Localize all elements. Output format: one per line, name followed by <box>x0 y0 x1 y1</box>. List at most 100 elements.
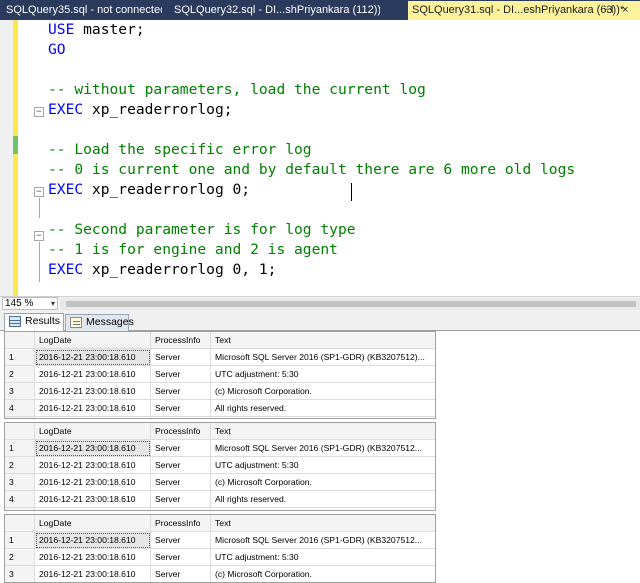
row-number[interactable]: 3 <box>5 383 35 400</box>
table-cell[interactable]: Microsoft SQL Server 2016 (SP1-GDR) (KB3… <box>211 440 435 457</box>
row-number[interactable]: 4 <box>5 491 35 508</box>
code-line: EXEC xp_readerrorlog 0; <box>48 180 250 200</box>
column-header[interactable]: LogDate <box>35 332 151 349</box>
table-row[interactable]: 4 2016-12-21 23:00:18.610 Server All rights… <box>5 491 435 508</box>
table-cell[interactable]: Microsoft SQL Server 2016 (SP1-GDR) (KB3… <box>211 349 435 366</box>
table-row[interactable]: 1 2016-12-21 23:00:18.610 Server Microsoft … <box>5 349 435 366</box>
table-cell[interactable]: Server <box>151 366 211 383</box>
table-row[interactable]: 2 2016-12-21 23:00:18.610 Server UTC adjust… <box>5 366 435 383</box>
result-grid-1[interactable]: LogDate ProcessInfo Text 1 2016-12-21 23:00:… <box>4 331 436 419</box>
tab-label: SQLQuery31.sql - DI...eshPriyankara (63)… <box>412 4 625 16</box>
table-cell[interactable]: Microsoft SQL Server 2016 (SP1-GDR) (KB3… <box>211 532 435 549</box>
table-cell[interactable]: Server process ID is 13564. <box>211 508 435 510</box>
row-number[interactable]: 5 <box>5 508 35 510</box>
table-cell[interactable]: 2016-12-21 23:00:18.610 <box>35 366 151 383</box>
tab-results[interactable]: Results <box>4 313 64 331</box>
table-cell[interactable]: Server process ID is 13564. <box>211 417 435 418</box>
change-marker <box>13 20 18 136</box>
result-grid-3[interactable]: LogDate ProcessInfo Text 1 2016-12-21 23:00:… <box>4 514 436 583</box>
table-cell[interactable]: Server <box>151 349 211 366</box>
column-header[interactable]: Text <box>211 332 435 349</box>
column-header[interactable]: ProcessInfo <box>151 332 211 349</box>
tab-sqlquery32[interactable]: SQLQuery32.sql - DI...shPriyankara (112)… <box>170 2 380 19</box>
table-row[interactable]: 3 2016-12-21 23:00:18.610 Server (c) Micros… <box>5 474 435 491</box>
row-number[interactable]: 1 <box>5 440 35 457</box>
saved-change-marker <box>13 136 18 154</box>
table-cell[interactable]: UTC adjustment: 5:30 <box>211 457 435 474</box>
table-cell[interactable]: Server <box>151 383 211 400</box>
row-number[interactable]: 1 <box>5 349 35 366</box>
column-header[interactable] <box>5 515 35 532</box>
table-row[interactable]: 1 2016-12-21 23:00:18.610 Server Microsoft … <box>5 532 435 549</box>
column-header[interactable] <box>5 332 35 349</box>
table-cell[interactable]: All rights reserved. <box>211 491 435 508</box>
table-cell[interactable]: Server <box>151 440 211 457</box>
table-cell[interactable]: Server <box>151 417 211 418</box>
table-cell[interactable]: 2016-12-21 23:00:18.610 <box>35 532 151 549</box>
tab-messages[interactable]: Messages <box>65 314 134 331</box>
row-number[interactable]: 4 <box>5 400 35 417</box>
horizontal-scrollbar[interactable] <box>60 298 640 310</box>
table-cell[interactable]: 2016-12-21 23:00:18.610 <box>35 566 151 582</box>
table-row[interactable]: 2 2016-12-21 23:00:18.610 Server UTC adjust… <box>5 549 435 566</box>
close-tab-icon[interactable]: × <box>622 1 628 20</box>
table-cell[interactable]: Server <box>151 508 211 510</box>
zoom-select[interactable]: 145 % ▾ <box>2 297 58 310</box>
pin-tab-icon[interactable]: ⊣ <box>604 1 614 20</box>
table-cell[interactable]: (c) Microsoft Corporation. <box>211 566 435 582</box>
table-row[interactable]: 4 2016-12-21 23:00:18.610 Server All rights… <box>5 400 435 417</box>
table-cell[interactable]: 2016-12-21 23:00:18.610 <box>35 491 151 508</box>
row-number[interactable]: 3 <box>5 474 35 491</box>
table-cell[interactable]: UTC adjustment: 5:30 <box>211 366 435 383</box>
table-cell[interactable]: 2016-12-21 23:00:18.610 <box>35 440 151 457</box>
column-header[interactable] <box>5 423 35 440</box>
table-row[interactable]: 3 2016-12-21 23:00:18.610 Server (c) Micros… <box>5 566 435 582</box>
table-cell[interactable]: 2016-12-21 23:00:18.610 <box>35 400 151 417</box>
result-grid-2[interactable]: LogDate ProcessInfo Text 1 2016-12-21 23:00:… <box>4 422 436 511</box>
code-line: -- Load the specific error log <box>48 140 312 160</box>
row-number[interactable]: 1 <box>5 532 35 549</box>
table-cell[interactable]: (c) Microsoft Corporation. <box>211 474 435 491</box>
table-cell[interactable]: 2016-12-21 23:00:18.610 <box>35 457 151 474</box>
fold-toggle-icon[interactable]: − <box>34 231 44 241</box>
table-cell[interactable]: 2016-12-21 23:00:18.610 <box>35 474 151 491</box>
table-cell[interactable]: 2016-12-21 23:00:18.610 <box>35 417 151 418</box>
table-cell[interactable]: Server <box>151 566 211 582</box>
column-header[interactable]: LogDate <box>35 423 151 440</box>
table-row[interactable]: 52016-12-21 23:00:18.610ServerServer pro… <box>5 417 435 418</box>
table-row[interactable]: 3 2016-12-21 23:00:18.610 Server (c) Micros… <box>5 383 435 400</box>
fold-toggle-icon[interactable]: − <box>34 107 44 117</box>
sql-text: xp_readerrorlog 0; <box>83 181 251 198</box>
table-cell[interactable]: Server <box>151 474 211 491</box>
table-row[interactable]: 1 2016-12-21 23:00:18.610 Server Microsoft … <box>5 440 435 457</box>
row-number[interactable]: 5 <box>5 417 35 418</box>
table-cell[interactable]: (c) Microsoft Corporation. <box>211 383 435 400</box>
table-cell[interactable]: Server <box>151 532 211 549</box>
table-cell[interactable]: 2016-12-21 23:00:18.610 <box>35 349 151 366</box>
table-row[interactable]: 2 2016-12-21 23:00:18.610 Server UTC adjust… <box>5 457 435 474</box>
table-cell[interactable]: 2016-12-21 23:00:18.610 <box>35 549 151 566</box>
table-row[interactable]: 52016-12-21 23:00:18.610ServerServer pro… <box>5 508 435 510</box>
row-number[interactable]: 2 <box>5 366 35 383</box>
column-header[interactable]: ProcessInfo <box>151 423 211 440</box>
table-cell[interactable]: 2016-12-21 23:00:18.610 <box>35 508 151 510</box>
tab-sqlquery35[interactable]: SQLQuery35.sql - not connected* <box>2 2 162 19</box>
table-cell[interactable]: UTC adjustment: 5:30 <box>211 549 435 566</box>
query-editor[interactable]: − − − USE master; GO -- without parameters… <box>0 20 640 296</box>
column-header[interactable]: LogDate <box>35 515 151 532</box>
row-number[interactable]: 2 <box>5 457 35 474</box>
row-number[interactable]: 2 <box>5 549 35 566</box>
table-cell[interactable]: Server <box>151 549 211 566</box>
row-number[interactable]: 3 <box>5 566 35 582</box>
chevron-down-icon: ▾ <box>50 299 55 308</box>
table-cell[interactable]: 2016-12-21 23:00:18.610 <box>35 383 151 400</box>
fold-toggle-icon[interactable]: − <box>34 187 44 197</box>
table-cell[interactable]: Server <box>151 457 211 474</box>
scrollbar-thumb[interactable] <box>66 301 636 307</box>
column-header[interactable]: Text <box>211 515 435 532</box>
table-cell[interactable]: Server <box>151 491 211 508</box>
column-header[interactable]: Text <box>211 423 435 440</box>
column-header[interactable]: ProcessInfo <box>151 515 211 532</box>
table-cell[interactable]: Server <box>151 400 211 417</box>
table-cell[interactable]: All rights reserved. <box>211 400 435 417</box>
